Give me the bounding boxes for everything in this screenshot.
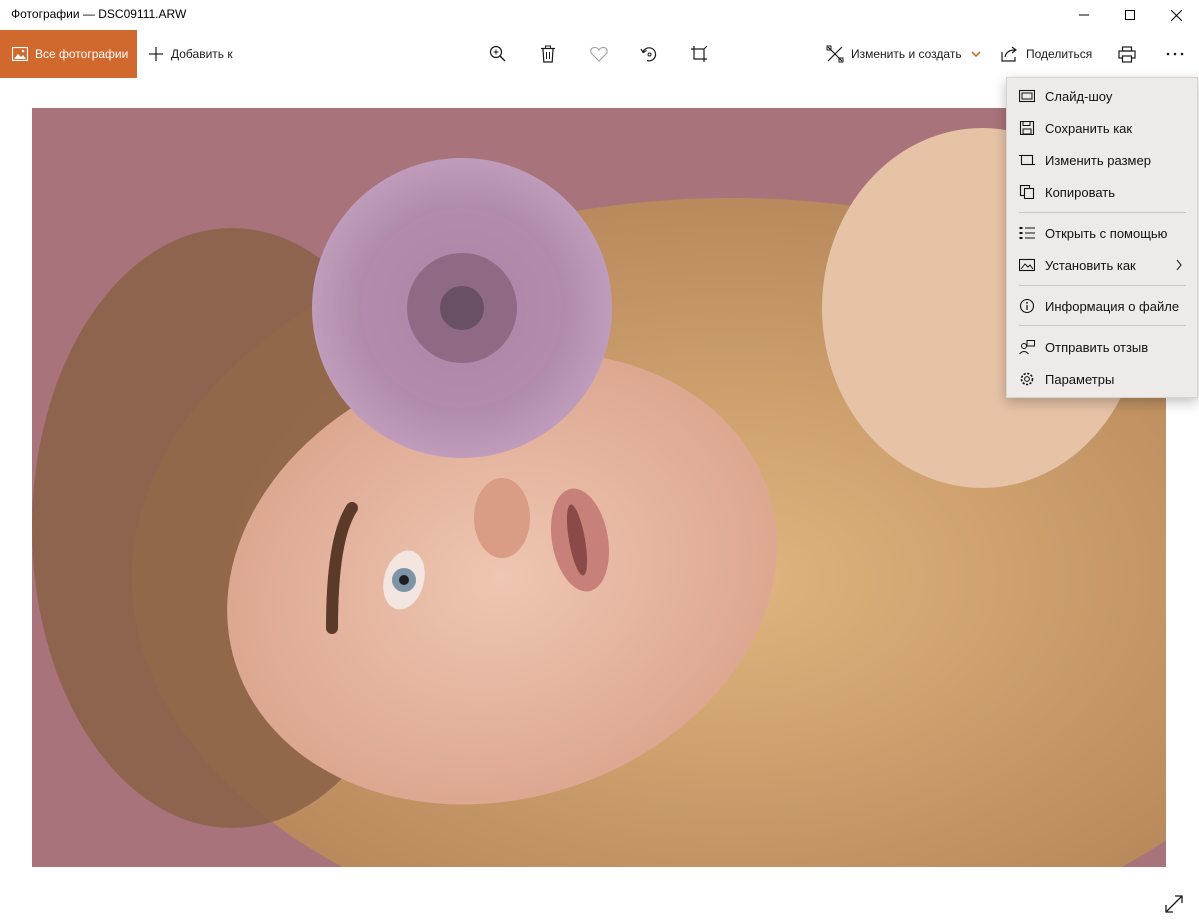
title-bar: Фотографии — DSC09111.ARW	[0, 0, 1199, 30]
share-button[interactable]: Поделиться	[1000, 30, 1092, 78]
open-with-icon	[1019, 226, 1035, 240]
settings-icon	[1019, 372, 1035, 386]
menu-item-label: Параметры	[1045, 372, 1115, 387]
slideshow-icon	[1019, 89, 1035, 103]
menu-item-settings[interactable]: Параметры	[1007, 364, 1197, 394]
full-screen-button[interactable]	[1163, 893, 1185, 915]
portrait-photo-image	[32, 108, 1166, 867]
menu-item-save-as[interactable]: Сохранить как	[1007, 113, 1197, 143]
expand-icon	[1165, 895, 1183, 913]
more-button[interactable]	[1155, 30, 1195, 78]
menu-item-slideshow[interactable]: Слайд-шоу	[1007, 81, 1197, 111]
menu-item-file-info[interactable]: Информация о файле	[1007, 291, 1197, 321]
menu-item-label: Информация о файле	[1045, 299, 1180, 314]
minimize-icon	[1079, 14, 1089, 16]
copy-icon	[1019, 185, 1035, 199]
plus-icon	[149, 47, 163, 61]
edit-create-button[interactable]: Изменить и создать	[826, 30, 981, 78]
all-photos-button[interactable]: Все фотографии	[0, 30, 137, 78]
menu-item-label: Отправить отзыв	[1045, 340, 1149, 355]
menu-item-copy[interactable]: Копировать	[1007, 177, 1197, 207]
menu-item-label: Сохранить как	[1045, 121, 1133, 136]
rotate-icon	[640, 47, 657, 62]
heart-icon	[590, 46, 608, 62]
feedback-icon	[1019, 340, 1035, 355]
crop-button[interactable]	[679, 30, 719, 78]
menu-item-label: Установить как	[1045, 258, 1136, 273]
menu-item-label: Изменить размер	[1045, 153, 1151, 168]
printer-icon	[1118, 45, 1136, 63]
photo-canvas[interactable]	[32, 108, 1166, 867]
trash-icon	[541, 45, 555, 63]
menu-item-label: Копировать	[1045, 185, 1115, 200]
menu-item-open-with[interactable]: Открыть с помощью	[1007, 218, 1197, 248]
zoom-in-icon	[489, 45, 506, 62]
delete-button[interactable]	[528, 30, 568, 78]
minimize-button[interactable]	[1061, 0, 1107, 30]
save-icon	[1019, 121, 1035, 135]
menu-item-resize[interactable]: Изменить размер	[1007, 145, 1197, 175]
maximize-icon	[1125, 10, 1135, 20]
crop-icon	[691, 45, 708, 62]
menu-item-label: Слайд-шоу	[1045, 89, 1113, 104]
menu-item-set-as[interactable]: Установить как	[1007, 250, 1197, 280]
print-button[interactable]	[1107, 30, 1147, 78]
menu-item-label: Открыть с помощью	[1045, 226, 1168, 241]
image-icon	[12, 47, 28, 61]
favorite-button[interactable]	[579, 30, 619, 78]
close-button[interactable]	[1153, 0, 1199, 30]
rotate-button[interactable]	[629, 30, 669, 78]
all-photos-label: Все фотографии	[35, 47, 129, 61]
edit-create-label: Изменить и создать	[851, 47, 962, 61]
zoom-button[interactable]	[478, 30, 518, 78]
menu-separator	[1019, 212, 1186, 213]
chevron-down-icon	[971, 51, 981, 58]
info-icon	[1019, 299, 1035, 314]
toolbar: Все фотографии Добавить к Изменить и соз…	[0, 30, 1199, 78]
more-options-menu: Слайд-шоу Сохранить как Изменить размер …	[1006, 77, 1198, 398]
add-to-button[interactable]: Добавить к	[148, 30, 233, 78]
close-icon	[1170, 9, 1182, 21]
more-icon	[1166, 52, 1184, 56]
set-as-icon	[1019, 258, 1035, 272]
share-icon	[1001, 46, 1017, 62]
menu-separator	[1019, 325, 1186, 326]
window-title: Фотографии — DSC09111.ARW	[11, 7, 187, 21]
chevron-right-icon	[1176, 259, 1182, 271]
resize-icon	[1019, 153, 1035, 167]
menu-item-send-feedback[interactable]: Отправить отзыв	[1007, 332, 1197, 362]
menu-separator	[1019, 285, 1186, 286]
share-label: Поделиться	[1026, 47, 1093, 61]
maximize-button[interactable]	[1107, 0, 1153, 30]
edit-create-icon	[826, 45, 844, 63]
add-to-label: Добавить к	[171, 47, 233, 61]
